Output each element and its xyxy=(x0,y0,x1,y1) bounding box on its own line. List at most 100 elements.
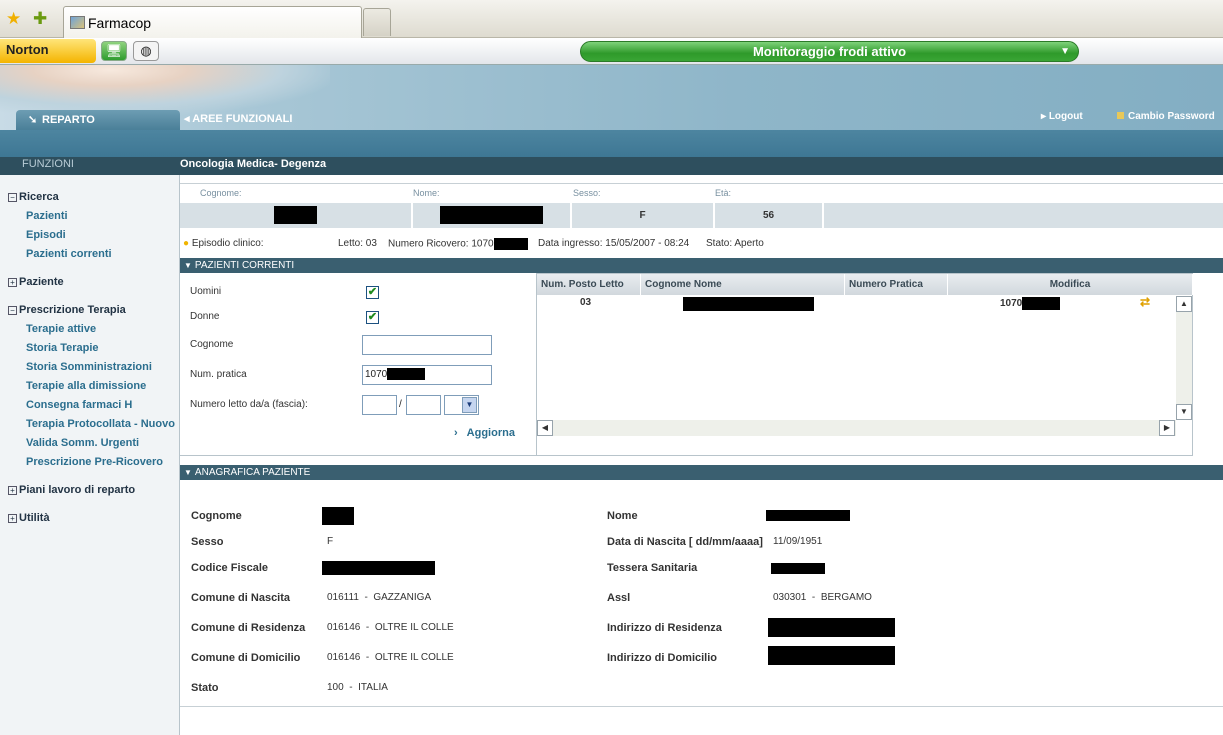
anagrafica-sesso-label: Sesso xyxy=(191,536,224,548)
expand-icon: + xyxy=(8,486,17,495)
tab-aree-funzionali[interactable]: ◂ AREE FUNZIONALI xyxy=(184,112,292,125)
uomini-checkbox[interactable]: ✔ xyxy=(366,286,379,299)
sidebar-item-storia-terapie[interactable]: Storia Terapie xyxy=(26,342,180,354)
sidebar-item-pazienti[interactable]: Pazienti xyxy=(26,210,180,222)
anagrafica-codice-fiscale-value xyxy=(322,561,435,575)
globe-icon[interactable]: ◍ xyxy=(133,41,159,61)
triangle-down-icon: ▼ xyxy=(184,261,192,270)
num-pratica-value: 1070 xyxy=(365,369,388,380)
section-bar-anagrafica[interactable]: ▼ ANAGRAFICA PAZIENTE xyxy=(180,465,1223,480)
sidebar-item-terapie-attive[interactable]: Terapie attive xyxy=(26,323,180,335)
sidebar-item-pazienti-correnti[interactable]: Pazienti correnti xyxy=(26,248,180,260)
sidebar-group-utilita[interactable]: + Utilità xyxy=(8,512,50,524)
redaction-block xyxy=(768,646,895,665)
section-title: ANAGRAFICA PAZIENTE xyxy=(194,467,311,478)
norton-toolbar: Norton 🖥 ◍ Monitoraggio frodi attivo ▼ xyxy=(0,38,1223,65)
computer-icon[interactable]: 🖥 xyxy=(101,41,127,61)
cambio-password-label: Cambio Password xyxy=(1128,111,1215,122)
expand-icon: + xyxy=(8,514,17,523)
scroll-down-icon[interactable]: ▼ xyxy=(1176,404,1192,420)
sidebar-item-consegna-farmaci[interactable]: Consegna farmaci H xyxy=(26,399,180,411)
header-sesso-label: Sesso: xyxy=(573,188,601,198)
sidebar-item-storia-somministrazioni[interactable]: Storia Somministrazioni xyxy=(26,361,180,373)
fascia-select[interactable]: ▼ xyxy=(444,395,479,415)
browser-tab-farmacop[interactable]: Farmacop xyxy=(63,6,362,38)
sidebar-item-terapie-dimissione[interactable]: Terapie alla dimissione xyxy=(26,380,180,392)
logout-link[interactable]: ▸ Logout xyxy=(1041,111,1083,122)
anagrafica-tessera-label: Tessera Sanitaria xyxy=(607,562,698,574)
browser-tab-title: Farmacop xyxy=(88,15,152,31)
column-header-posto-letto[interactable]: Num. Posto Letto xyxy=(537,274,641,295)
triangle-right-icon: ▸ xyxy=(1041,111,1047,122)
scroll-left-icon[interactable]: ◀ xyxy=(537,420,553,436)
sidebar-group-prescrizione-terapia[interactable]: − Prescrizione Terapia xyxy=(8,304,126,316)
column-header-numero-pratica[interactable]: Numero Pratica xyxy=(845,274,948,295)
cognome-filter-label: Cognome xyxy=(190,339,234,350)
aggiorna-button[interactable]: › Aggiorna xyxy=(454,427,515,439)
chevron-down-icon: ▼ xyxy=(1060,46,1070,57)
browser-tab-bar: ★ ✚ Farmacop xyxy=(0,0,1223,38)
anagrafica-comune-nascita-value: 016111 - GAZZANIGA xyxy=(327,592,432,603)
chevron-right-icon: › xyxy=(454,427,458,439)
norton-logo[interactable]: Norton xyxy=(0,39,96,63)
cambio-password-link[interactable]: Cambio Password xyxy=(1117,111,1215,122)
anagrafica-cognome-label: Cognome xyxy=(191,510,242,522)
tab-aree-label: AREE FUNZIONALI xyxy=(192,113,293,125)
donne-checkbox[interactable]: ✔ xyxy=(366,311,379,324)
sidebar-item-episodi[interactable]: Episodi xyxy=(26,229,180,241)
vertical-scrollbar[interactable]: ▲ ▼ xyxy=(1176,296,1192,420)
horizontal-scrollbar[interactable]: ◀ ▶ xyxy=(537,420,1176,436)
data-ingresso-value: Data ingresso: 15/05/2007 - 08:24 xyxy=(538,238,690,249)
letto-da-input[interactable] xyxy=(362,395,397,415)
scroll-up-icon[interactable]: ▲ xyxy=(1176,296,1192,312)
header-nome-label: Nome: xyxy=(413,188,440,198)
modifica-swap-icon[interactable]: ⇄ xyxy=(1140,295,1150,309)
scroll-right-icon[interactable]: ▶ xyxy=(1159,420,1175,436)
column-header-modifica[interactable]: Modifica xyxy=(948,274,1193,295)
tab-reparto[interactable]: ➘ REPARTO xyxy=(16,110,180,130)
sidebar-item-valida-somm-urgenti[interactable]: Valida Somm. Urgenti xyxy=(26,437,180,449)
uomini-label: Uomini xyxy=(190,286,222,297)
pazienti-grid: Num. Posto Letto Cognome Nome Numero Pra… xyxy=(536,273,1193,456)
column-header-cognome-nome[interactable]: Cognome Nome xyxy=(641,274,845,295)
new-tab-button[interactable] xyxy=(363,8,391,36)
donne-label: Donne xyxy=(190,311,220,322)
sidebar-group-paziente[interactable]: + Paziente xyxy=(8,276,64,288)
chevron-down-icon: ▼ xyxy=(462,397,477,413)
header-eta-label: Età: xyxy=(715,188,732,198)
cognome-input[interactable] xyxy=(362,335,492,355)
anagrafica-comune-residenza-label: Comune di Residenza xyxy=(191,622,306,634)
letto-a-input[interactable] xyxy=(406,395,441,415)
redaction-block xyxy=(771,563,825,574)
numero-ricovero-value: Numero Ricovero: 1070 xyxy=(388,238,528,250)
collapse-icon: − xyxy=(8,193,17,202)
anagrafica-tessera-value xyxy=(771,563,825,574)
add-bookmark-icon[interactable]: ✚ xyxy=(33,9,47,29)
header-nome-value xyxy=(413,203,570,228)
episodio-clinico-row: ● Episodio clinico: Letto: 03 Numero Ric… xyxy=(183,238,1223,250)
numero-ricovero-label: Numero Ricovero: 1070 xyxy=(388,238,494,250)
redaction-block xyxy=(1022,297,1061,310)
divider xyxy=(180,706,1223,707)
logout-label: Logout xyxy=(1048,111,1083,122)
redaction-block xyxy=(440,206,543,225)
anagrafica-indirizzo-residenza-label: Indirizzo di Residenza xyxy=(607,622,722,634)
sidebar-item-terapia-protocollata[interactable]: Terapia Protocollata - Nuovo xyxy=(26,418,180,430)
redaction-block xyxy=(322,561,435,575)
triangle-down-icon: ▼ xyxy=(184,468,192,477)
redaction-block xyxy=(387,368,426,381)
anagrafica-stato-label: Stato xyxy=(191,682,219,694)
sidebar-group-label: Paziente xyxy=(19,276,64,288)
sidebar-group-ricerca[interactable]: − Ricerca xyxy=(8,191,59,203)
redaction-block xyxy=(766,510,850,521)
anagrafica-nome-label: Nome xyxy=(607,510,638,522)
expand-icon: + xyxy=(8,278,17,287)
sidebar-item-prescrizione-pre-ricovero[interactable]: Prescrizione Pre-Ricovero xyxy=(26,456,180,468)
sidebar-group-piani-lavoro[interactable]: + Piani lavoro di reparto xyxy=(8,484,135,496)
bookmark-star-icon[interactable]: ★ xyxy=(6,9,21,29)
letto-separator: / xyxy=(399,399,402,410)
section-bar-pazienti-correnti[interactable]: ▼ PAZIENTI CORRENTI xyxy=(180,258,1223,273)
num-pratica-input[interactable]: 1070 xyxy=(362,365,492,385)
triangle-left-icon: ◂ xyxy=(184,113,190,125)
fraud-monitor-button[interactable]: Monitoraggio frodi attivo ▼ xyxy=(580,41,1079,62)
